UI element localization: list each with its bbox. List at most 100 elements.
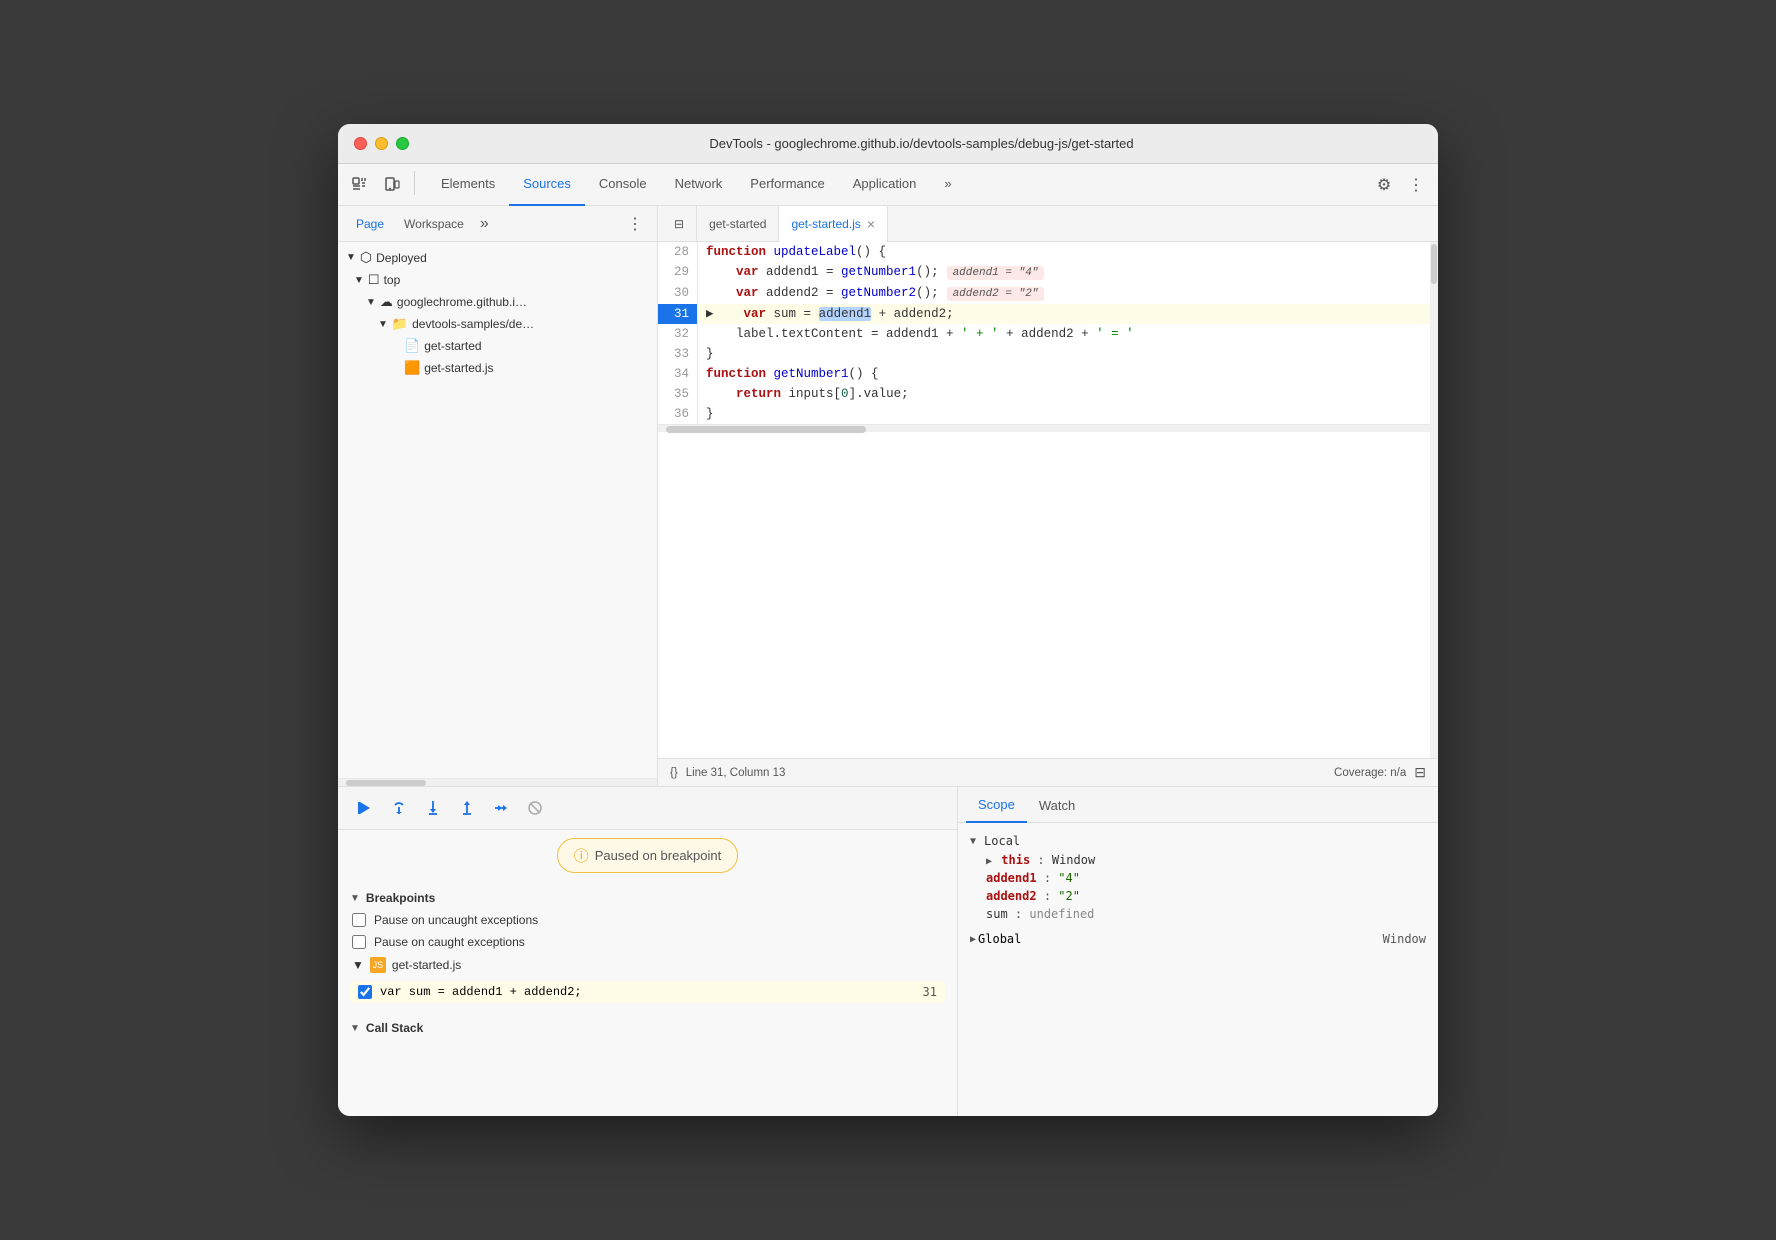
- settings-icon[interactable]: ⚙: [1370, 171, 1398, 199]
- scope-global-value: Window: [1383, 932, 1426, 946]
- pause-caught-checkbox[interactable]: Pause on caught exceptions: [350, 931, 945, 953]
- breakpoint-checkbox[interactable]: [358, 985, 372, 999]
- tab-nav: Elements Sources Console Network Perform…: [427, 164, 1370, 206]
- tree-item-deployed[interactable]: ▼ ⬡ Deployed: [338, 246, 657, 269]
- tree-item-top[interactable]: ▼ ☐ top: [338, 269, 657, 291]
- sidebar-tab-workspace[interactable]: Workspace: [394, 206, 474, 242]
- editor-area: ⊟ get-started get-started.js × 28: [658, 206, 1438, 786]
- tab-label: get-started.js: [791, 217, 860, 231]
- inspect-icon[interactable]: [346, 171, 374, 199]
- horizontal-scrollbar[interactable]: [658, 424, 1430, 432]
- editor-tab-collapse[interactable]: ⊟: [662, 206, 697, 242]
- toolbar-divider: [414, 171, 415, 195]
- cloud-icon: ☁: [380, 294, 393, 310]
- sidebar-scroll-thumb[interactable]: [346, 780, 426, 786]
- tab-elements[interactable]: Elements: [427, 164, 509, 206]
- horizontal-scroll-thumb[interactable]: [666, 426, 866, 433]
- device-icon[interactable]: [378, 171, 406, 199]
- code-line-31[interactable]: 31 ▶ var sum = addend1 + addend2;: [658, 304, 1430, 324]
- call-stack-header[interactable]: ▼ Call Stack: [350, 1017, 945, 1039]
- close-button[interactable]: [354, 137, 367, 150]
- code-line-35[interactable]: 35 return inputs[0].value;: [658, 384, 1430, 404]
- sidebar-tab-more[interactable]: »: [474, 215, 495, 233]
- minimize-button[interactable]: [375, 137, 388, 150]
- pause-caught-label: Pause on caught exceptions: [374, 935, 525, 949]
- this-arrow-icon: ▶: [986, 856, 992, 867]
- step-button[interactable]: [486, 793, 516, 823]
- pause-uncaught-checkbox[interactable]: Pause on uncaught exceptions: [350, 909, 945, 931]
- code-editor[interactable]: 28 function updateLabel() { 29 var adden…: [658, 242, 1430, 758]
- tab-more[interactable]: »: [930, 164, 965, 206]
- breakpoints-title: Breakpoints: [366, 891, 435, 905]
- scope-local-header[interactable]: ▼ Local: [970, 831, 1426, 851]
- titlebar: DevTools - googlechrome.github.io/devtoo…: [338, 124, 1438, 164]
- vertical-scrollbar[interactable]: [1430, 242, 1438, 758]
- call-stack-section: ▼ Call Stack: [338, 1013, 957, 1043]
- resume-button[interactable]: [350, 793, 380, 823]
- coverage-icon[interactable]: ⊟: [1414, 764, 1426, 781]
- scope-local-label: Local: [984, 834, 1020, 848]
- tree-item-get-started[interactable]: 📄 get-started: [338, 335, 657, 357]
- scope-val-this: Window: [1052, 853, 1095, 867]
- scope-item-addend2[interactable]: addend2 : "2": [970, 887, 1426, 905]
- tab-network[interactable]: Network: [661, 164, 737, 206]
- breakpoints-file[interactable]: ▼ JS get-started.js: [350, 953, 945, 977]
- scope-item-this[interactable]: ▶ this : Window: [970, 851, 1426, 869]
- editor-scroll-area[interactable]: 28 function updateLabel() { 29 var adden…: [658, 242, 1438, 758]
- tab-performance[interactable]: Performance: [736, 164, 838, 206]
- code-line-30[interactable]: 30 var addend2 = getNumber2();addend2 = …: [658, 283, 1430, 304]
- breakpoints-header[interactable]: ▼ Breakpoints: [350, 887, 945, 909]
- code-line-33[interactable]: 33 }: [658, 344, 1430, 364]
- tab-console[interactable]: Console: [585, 164, 661, 206]
- scope-global-header[interactable]: ▶ Global Window: [970, 929, 1426, 949]
- sidebar-scrollbar[interactable]: [338, 778, 657, 786]
- editor-tab-get-started-js[interactable]: get-started.js ×: [779, 206, 888, 242]
- code-line-34[interactable]: 34 function getNumber1() {: [658, 364, 1430, 384]
- toolbar-right: ⚙ ⋮: [1370, 171, 1430, 199]
- traffic-lights: [354, 137, 409, 150]
- step-over-button[interactable]: [384, 793, 414, 823]
- code-line-32[interactable]: 32 label.textContent = addend1 + ' + ' +…: [658, 324, 1430, 344]
- scope-val-sum: undefined: [1029, 907, 1094, 921]
- vertical-scroll-thumb[interactable]: [1431, 244, 1437, 284]
- sidebar-tab-page[interactable]: Page: [346, 206, 394, 242]
- tree-item-googlechrome[interactable]: ▼ ☁ googlechrome.github.i…: [338, 291, 657, 313]
- deactivate-breakpoints-button[interactable]: [520, 793, 550, 823]
- pause-uncaught-input[interactable]: [352, 913, 366, 927]
- tab-sources[interactable]: Sources: [509, 164, 585, 206]
- window-title: DevTools - googlechrome.github.io/devtoo…: [421, 136, 1422, 151]
- sidebar-tab-actions: ⋮: [621, 210, 649, 238]
- sidebar-tree[interactable]: ▼ ⬡ Deployed ▼ ☐ top ▼ ☁ googlechrome.gi…: [338, 242, 657, 778]
- code-line-29[interactable]: 29 var addend1 = getNumber1();addend1 = …: [658, 262, 1430, 283]
- more-options-icon[interactable]: ⋮: [1402, 171, 1430, 199]
- file-js-icon: 🟧: [404, 360, 420, 376]
- more-icon: »: [480, 215, 489, 233]
- tree-item-get-started-js[interactable]: 🟧 get-started.js: [338, 357, 657, 379]
- scope-tab-scope[interactable]: Scope: [966, 787, 1027, 823]
- breakpoint-line-num: 31: [923, 985, 937, 999]
- step-into-button[interactable]: [418, 793, 448, 823]
- triangle-down-icon: ▼: [354, 275, 364, 286]
- tab-application[interactable]: Application: [839, 164, 931, 206]
- step-out-button[interactable]: [452, 793, 482, 823]
- file-arrow-icon: ▼: [352, 958, 364, 972]
- scope-tabs: Scope Watch: [958, 787, 1438, 823]
- code-line-36[interactable]: 36 }: [658, 404, 1430, 424]
- tab-close-icon[interactable]: ×: [867, 216, 875, 232]
- tree-item-devtools-samples[interactable]: ▼ 📁 devtools-samples/de…: [338, 313, 657, 335]
- editor-tab-get-started[interactable]: get-started: [697, 206, 779, 242]
- status-position: Line 31, Column 13: [686, 767, 786, 779]
- pause-caught-input[interactable]: [352, 935, 366, 949]
- scope-key-addend1: addend1: [986, 871, 1037, 885]
- scope-tab-watch[interactable]: Watch: [1027, 787, 1087, 823]
- collapse-icon: ⊟: [674, 217, 684, 231]
- scope-item-addend1[interactable]: addend1 : "4": [970, 869, 1426, 887]
- cube-icon: ⬡: [360, 249, 372, 266]
- code-line-28[interactable]: 28 function updateLabel() {: [658, 242, 1430, 262]
- maximize-button[interactable]: [396, 137, 409, 150]
- debug-panel: ⓘ Paused on breakpoint ▼ Breakpoints Pau…: [338, 787, 958, 1116]
- scope-item-sum[interactable]: sum : undefined: [970, 905, 1426, 923]
- breakpoint-line-item[interactable]: var sum = addend1 + addend2; 31: [350, 981, 945, 1003]
- scope-key-this: this: [1001, 853, 1030, 867]
- sidebar-action-icon[interactable]: ⋮: [621, 210, 649, 238]
